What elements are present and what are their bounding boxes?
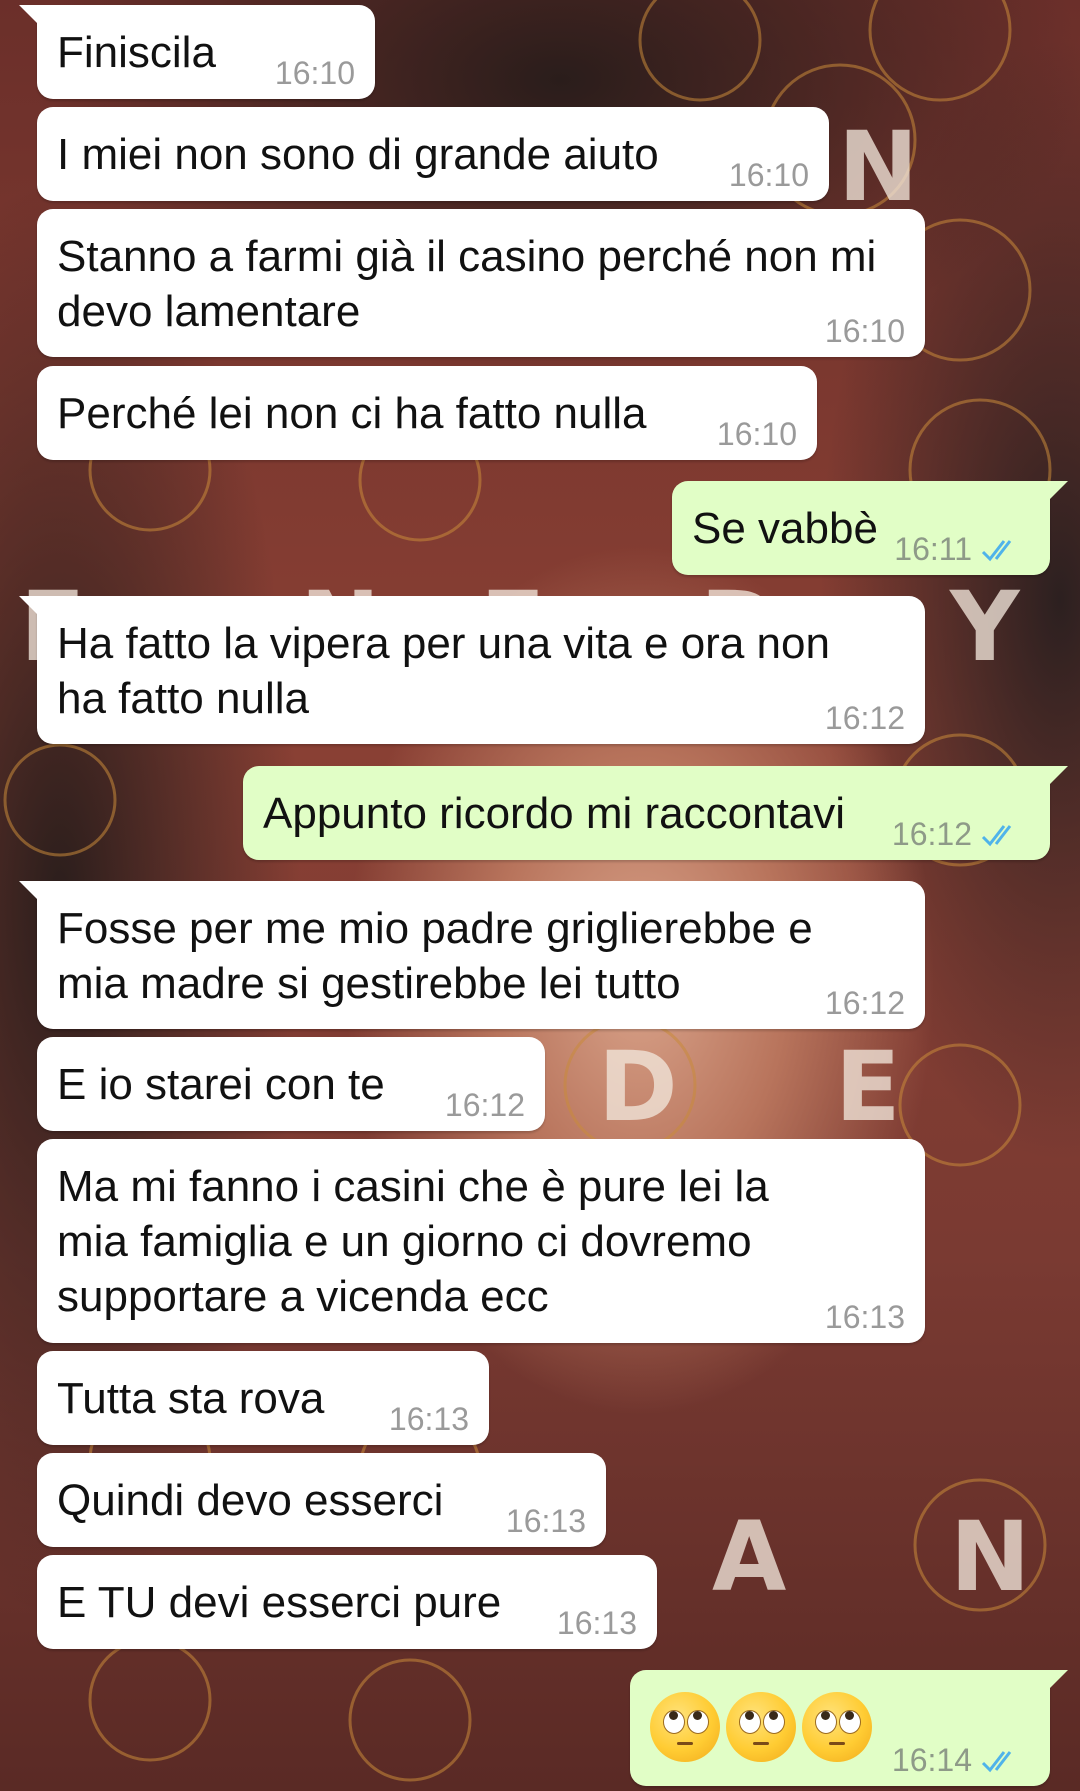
message-time: 16:12 — [891, 816, 972, 852]
message-text: Perché lei non ci ha fatto nulla — [57, 389, 647, 438]
message-text-line: Fosse per me mio padre griglierebbe e — [57, 904, 813, 953]
message-bubble-outgoing[interactable]: Se vabbè 16:11 — [672, 481, 1068, 575]
message-text: I miei non sono di grande aiuto — [57, 130, 659, 179]
message-text-line: devo lamentare — [57, 287, 361, 336]
message-time: 16:10 — [824, 313, 905, 349]
message-bubble-incoming[interactable]: Finiscila 16:10 — [19, 5, 375, 99]
message-time: 16:12 — [824, 700, 905, 736]
message-bubble-incoming[interactable]: Perché lei non ci ha fatto nulla 16:10 — [37, 366, 817, 460]
message-bubble-incoming[interactable]: Tutta sta rova 16:13 — [37, 1351, 489, 1445]
message-time: 16:12 — [824, 985, 905, 1021]
message-time: 16:10 — [274, 55, 355, 91]
message-bubble-incoming[interactable]: Stanno a farmi già il casino perché non … — [37, 209, 925, 357]
message-text-line: ha fatto nulla — [57, 674, 309, 723]
message-time: 16:13 — [388, 1401, 469, 1437]
message-time: 16:13 — [556, 1605, 637, 1641]
message-text-line: Ma mi fanno i casini che è pure lei la — [57, 1162, 769, 1211]
message-time: 16:12 — [444, 1087, 525, 1123]
message-time: 16:10 — [716, 416, 797, 452]
message-bubble-incoming[interactable]: E TU devi esserci pure 16:13 — [37, 1555, 657, 1649]
message-time: 16:13 — [505, 1503, 586, 1539]
message-text-line: supportare a vicenda ecc — [57, 1272, 549, 1321]
message-time: 16:13 — [824, 1299, 905, 1335]
message-bubble-incoming[interactable]: Quindi devo esserci 16:13 — [37, 1453, 606, 1547]
message-time: 16:11 — [894, 531, 972, 567]
message-text-line: Stanno a farmi già il casino perché non … — [57, 232, 877, 281]
double-check-read-icon — [981, 540, 1012, 562]
double-check-read-icon — [981, 825, 1012, 847]
face-with-rolling-eyes-icon — [650, 1692, 720, 1762]
emoji-row — [650, 1692, 1030, 1762]
message-bubble-incoming[interactable]: I miei non sono di grande aiuto 16:10 — [37, 107, 829, 201]
face-with-rolling-eyes-icon — [726, 1692, 796, 1762]
message-text: E TU devi esserci pure — [57, 1578, 502, 1627]
message-bubble-incoming[interactable]: Fosse per me mio padre griglierebbe e mi… — [19, 881, 925, 1029]
message-bubble-incoming[interactable]: Ha fatto la vipera per una vita e ora no… — [19, 596, 925, 744]
face-with-rolling-eyes-icon — [802, 1692, 872, 1762]
message-time: 16:14 — [891, 1742, 972, 1778]
message-text-line: mia famiglia e un giorno ci dovremo — [57, 1217, 752, 1266]
message-time: 16:10 — [728, 157, 809, 193]
message-text-line: Ha fatto la vipera per una vita e ora no… — [57, 619, 830, 668]
message-bubble-outgoing[interactable]: 16:14 — [630, 1670, 1068, 1786]
message-bubble-incoming[interactable]: E io starei con te 16:12 — [37, 1037, 545, 1131]
message-bubble-incoming[interactable]: Ma mi fanno i casini che è pure lei la m… — [37, 1139, 925, 1343]
conversation[interactable]: Finiscila 16:10 I miei non sono di grand… — [0, 0, 1080, 1791]
double-check-read-icon — [981, 1751, 1012, 1773]
message-text-line: mia madre si gestirebbe lei tutto — [57, 959, 681, 1008]
message-bubble-outgoing[interactable]: Appunto ricordo mi raccontavi 16:12 — [243, 766, 1068, 860]
